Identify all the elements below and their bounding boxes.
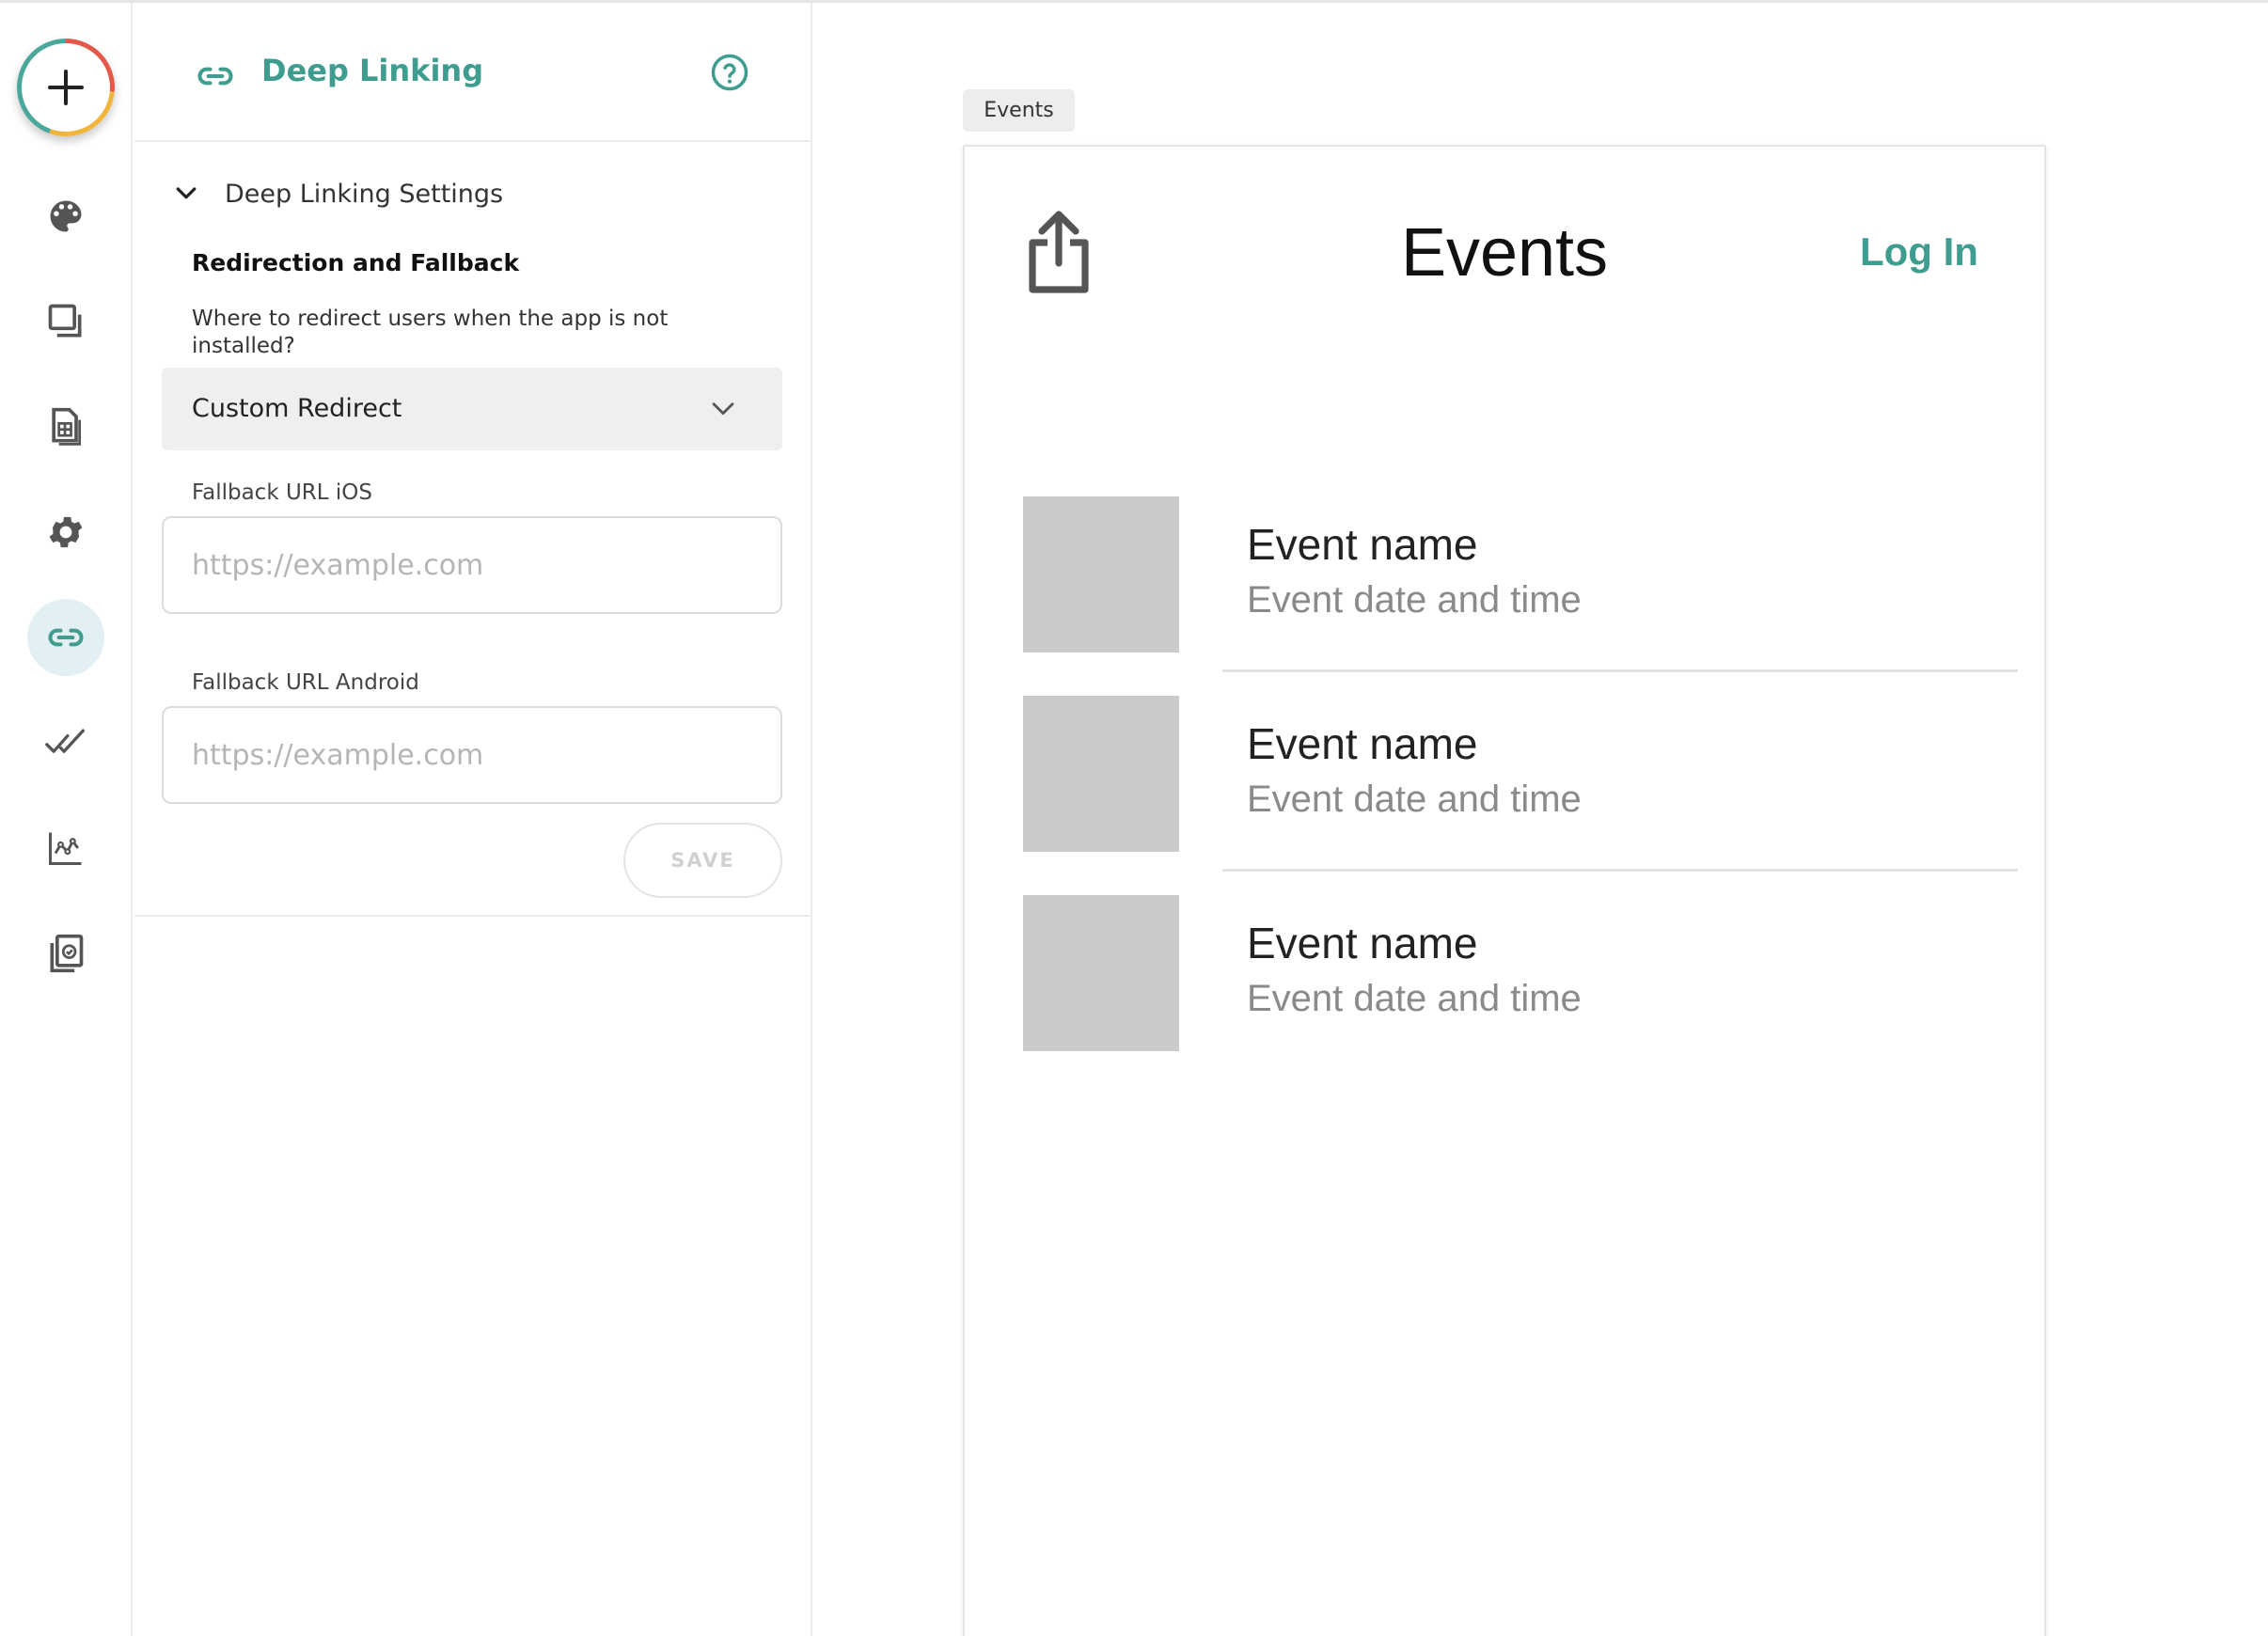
save-button[interactable]: SAVE (623, 823, 782, 898)
icon-rail (0, 3, 133, 1636)
screen-tab-events[interactable]: Events (963, 89, 1075, 132)
ios-url-label: Fallback URL iOS (192, 480, 372, 505)
rail-item-branding[interactable] (27, 178, 104, 255)
event-name: Event name (1247, 520, 1478, 569)
chevron-down-icon (712, 402, 734, 416)
event-list-item[interactable]: Event name Event date and time (1023, 696, 2025, 852)
gear-icon (49, 516, 83, 548)
event-list-item[interactable]: Event name Event date and time (1023, 496, 2025, 653)
event-thumbnail (1023, 496, 1179, 653)
redirect-select[interactable]: Custom Redirect (162, 368, 782, 450)
redirection-subheading: Redirection and Fallback (192, 249, 520, 276)
rail-item-deep-linking[interactable] (27, 599, 104, 676)
rail-item-settings[interactable] (27, 494, 104, 571)
data-sheet-icon (52, 407, 82, 446)
add-button[interactable] (17, 39, 115, 136)
rail-item-review[interactable] (27, 704, 104, 781)
deep-linking-panel: Deep Linking Deep Linking Settings Redir… (134, 3, 812, 1636)
event-date: Event date and time (1247, 978, 1582, 1019)
event-date: Event date and time (1247, 779, 1582, 820)
double-check-icon (45, 729, 85, 753)
list-divider (1222, 869, 2018, 872)
link-icon (48, 628, 84, 647)
app-preview: Events Log In Event name Event date and … (963, 145, 2046, 1636)
plus-icon (48, 70, 84, 105)
help-icon[interactable] (710, 53, 749, 92)
android-url-input[interactable] (162, 706, 782, 804)
palette-icon (50, 200, 82, 232)
event-date: Event date and time (1247, 579, 1582, 621)
chevron-down-icon (176, 187, 197, 199)
publish-icon (50, 934, 84, 973)
screens-icon (48, 304, 82, 338)
redirect-help-text: Where to redirect users when the app is … (192, 307, 669, 358)
event-thumbnail (1023, 895, 1179, 1051)
ios-url-input[interactable] (162, 516, 782, 614)
rail-item-publish[interactable] (27, 915, 104, 992)
link-icon (197, 67, 233, 86)
login-link[interactable]: Log In (1860, 229, 1978, 275)
rail-item-data[interactable] (27, 388, 104, 465)
panel-header: Deep Linking (134, 3, 811, 142)
event-thumbnail (1023, 696, 1179, 852)
event-name: Event name (1247, 919, 1478, 967)
list-divider (1222, 669, 2018, 672)
analytics-icon (49, 832, 82, 865)
rail-item-screens[interactable] (27, 283, 104, 360)
panel-divider (134, 915, 811, 917)
deep-linking-settings-toggle[interactable]: Deep Linking Settings (172, 175, 503, 212)
panel-title: Deep Linking (261, 53, 484, 88)
event-list-item[interactable]: Event name Event date and time (1023, 895, 2025, 1051)
section-title: Deep Linking Settings (225, 179, 504, 209)
redirect-select-value: Custom Redirect (192, 394, 402, 423)
android-url-label: Fallback URL Android (192, 670, 419, 695)
rail-item-analytics[interactable] (27, 810, 104, 887)
event-name: Event name (1247, 719, 1478, 768)
